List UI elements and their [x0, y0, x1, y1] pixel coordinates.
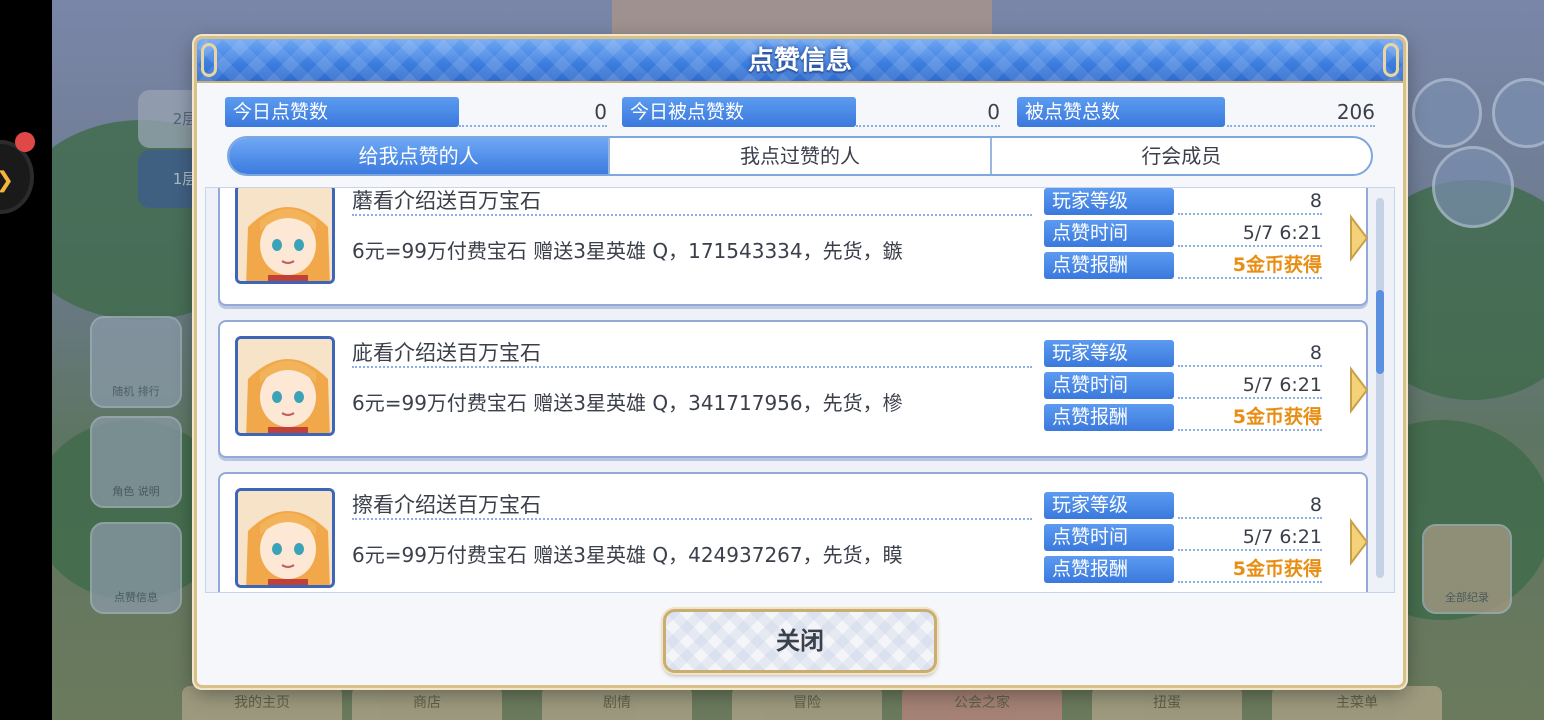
list-item[interactable]: 庛看介绍送百万宝石 6元=99万付费宝石 赠送3星英雄 Q，341717956，…: [218, 320, 1370, 458]
dialog-title: 点赞信息: [747, 46, 852, 76]
reward-value: 5金币获得: [1178, 556, 1322, 583]
bottom-tab-story[interactable]: 剧情: [542, 686, 692, 720]
corner-ornament-icon: [201, 43, 217, 77]
row-arrow-icon[interactable]: [1348, 366, 1370, 414]
stat-label-today-likes: 今日点赞数: [225, 97, 459, 127]
character-side-button[interactable]: 角色 说明: [90, 416, 182, 508]
reward-label: 点赞报酬: [1044, 404, 1174, 431]
like-info-side-button[interactable]: 点赞信息: [90, 522, 182, 614]
avatar: [235, 336, 335, 436]
stat-value-today-liked: 0: [856, 97, 1000, 127]
liker-message: 6元=99万付费宝石 赠送3星英雄 Q，171543334，先货，鏃: [352, 239, 903, 263]
ranking-side-button[interactable]: 随机 排行: [90, 316, 182, 408]
dialog-header: 点赞信息: [197, 39, 1403, 83]
avatar: [235, 188, 335, 284]
level-label: 玩家等级: [1044, 188, 1174, 215]
time-value: 5/7 6:21: [1178, 524, 1322, 551]
row-arrow-icon[interactable]: [1348, 214, 1370, 262]
expand-button[interactable]: [1492, 78, 1544, 148]
stat-label-today-liked: 今日被点赞数: [622, 97, 856, 127]
time-value: 5/7 6:21: [1178, 220, 1322, 247]
liker-name: 庛看介绍送百万宝石: [352, 338, 1032, 368]
level-value: 8: [1178, 188, 1322, 215]
liker-name: 擦看介绍送百万宝石: [352, 490, 1032, 520]
level-value: 8: [1178, 492, 1322, 519]
row-arrow-icon[interactable]: [1348, 518, 1370, 566]
time-value: 5/7 6:21: [1178, 372, 1322, 399]
bottom-tab-adventure[interactable]: 冒险: [732, 686, 882, 720]
time-label: 点赞时间: [1044, 524, 1174, 551]
tab-bar: 给我点赞的人 我点过赞的人 行会成员: [227, 136, 1373, 176]
bottom-tab-shop[interactable]: 商店: [352, 686, 502, 720]
character-portrait-icon: [238, 491, 332, 585]
level-label: 玩家等级: [1044, 340, 1174, 367]
tab-guild-members[interactable]: 行会成员: [992, 138, 1371, 174]
reward-label: 点赞报酬: [1044, 556, 1174, 583]
tab-liked-me[interactable]: 给我点赞的人: [229, 138, 611, 174]
time-label: 点赞时间: [1044, 372, 1174, 399]
list-item[interactable]: 蘑看介绍送百万宝石 6元=99万付费宝石 赠送3星英雄 Q，171543334，…: [218, 188, 1370, 306]
notification-dot: [15, 132, 35, 152]
list-item[interactable]: 擦看介绍送百万宝石 6元=99万付费宝石 赠送3星英雄 Q，424937267，…: [218, 472, 1370, 592]
corner-ornament-icon: [1383, 43, 1399, 77]
bottom-tab-home[interactable]: 我的主页: [182, 686, 342, 720]
liker-list[interactable]: 蘑看介绍送百万宝石 6元=99万付费宝石 赠送3星英雄 Q，171543334，…: [205, 187, 1395, 593]
like-info-dialog: 点赞信息 今日点赞数 0 今日被点赞数 0 被点赞总数 206 给我点赞的人 我…: [194, 36, 1406, 688]
character-portrait-icon: [238, 339, 332, 433]
bottom-tab-guild-house[interactable]: 公会之家: [902, 686, 1062, 720]
menu-button[interactable]: [1432, 146, 1514, 228]
liker-message: 6元=99万付费宝石 赠送3星英雄 Q，341717956，先货，槮: [352, 391, 903, 415]
scrollbar-thumb[interactable]: [1376, 290, 1384, 374]
scrollbar[interactable]: [1376, 198, 1384, 578]
stat-value-total-liked: 206: [1227, 97, 1375, 127]
liker-message: 6元=99万付费宝石 赠送3星英雄 Q，424937267，先货，瞙: [352, 543, 903, 567]
stat-value-today-likes: 0: [459, 97, 607, 127]
reward-value: 5金币获得: [1178, 252, 1322, 279]
reward-value: 5金币获得: [1178, 404, 1322, 431]
bottom-tab-main-menu[interactable]: 主菜单: [1272, 686, 1442, 720]
level-label: 玩家等级: [1044, 492, 1174, 519]
stat-label-total-liked: 被点赞总数: [1017, 97, 1225, 127]
tab-i-liked[interactable]: 我点过赞的人: [610, 138, 992, 174]
time-label: 点赞时间: [1044, 220, 1174, 247]
reward-label: 点赞报酬: [1044, 252, 1174, 279]
left-edge: [0, 0, 52, 720]
camera-button[interactable]: [1412, 78, 1482, 148]
close-button[interactable]: 关闭: [663, 609, 937, 673]
level-value: 8: [1178, 340, 1322, 367]
chevron-right-icon: ❯: [0, 168, 14, 193]
avatar: [235, 488, 335, 588]
character-portrait-icon: [238, 188, 332, 281]
liker-name: 蘑看介绍送百万宝石: [352, 188, 1032, 216]
bottom-tab-gacha[interactable]: 扭蛋: [1092, 686, 1242, 720]
all-records-button[interactable]: 全部纪录: [1422, 524, 1512, 614]
